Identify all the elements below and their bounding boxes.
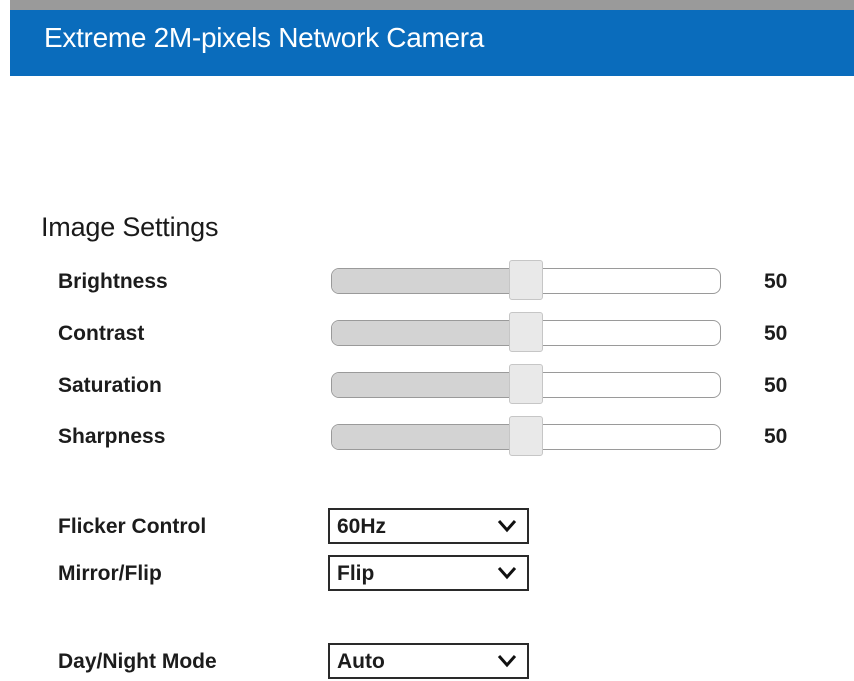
top-strip xyxy=(10,0,854,10)
saturation-value: 50 xyxy=(764,374,788,397)
slider-handle[interactable] xyxy=(509,364,543,404)
section-title: Image Settings xyxy=(41,212,219,242)
day-night-mode-select[interactable]: Auto xyxy=(328,643,529,679)
slider-fill xyxy=(332,373,526,397)
sharpness-slider[interactable] xyxy=(331,416,721,456)
select-value: Flip xyxy=(337,562,375,585)
select-value: Auto xyxy=(337,650,385,673)
flicker-control-label: Flicker Control xyxy=(58,515,207,538)
brightness-value: 50 xyxy=(764,270,788,293)
brightness-label: Brightness xyxy=(58,270,168,293)
slider-fill xyxy=(332,269,526,293)
chevron-down-icon xyxy=(497,567,517,580)
select-value: 60Hz xyxy=(337,515,387,538)
slider-fill xyxy=(332,425,526,449)
mirror-flip-label: Mirror/Flip xyxy=(58,562,162,585)
contrast-label: Contrast xyxy=(58,322,145,345)
saturation-label: Saturation xyxy=(58,374,162,397)
contrast-value: 50 xyxy=(764,322,788,345)
flicker-control-select[interactable]: 60Hz xyxy=(328,508,529,544)
brightness-slider[interactable] xyxy=(331,260,721,300)
chevron-down-icon xyxy=(497,520,517,533)
slider-handle[interactable] xyxy=(509,312,543,352)
app-title: Extreme 2M-pixels Network Camera xyxy=(44,22,485,53)
slider-handle[interactable] xyxy=(509,260,543,300)
contrast-slider[interactable] xyxy=(331,312,721,352)
sharpness-value: 50 xyxy=(764,425,788,448)
chevron-down-icon xyxy=(497,655,517,668)
saturation-slider[interactable] xyxy=(331,364,721,404)
sharpness-label: Sharpness xyxy=(58,425,166,448)
slider-fill xyxy=(332,321,526,345)
mirror-flip-select[interactable]: Flip xyxy=(328,555,529,591)
day-night-mode-label: Day/Night Mode xyxy=(58,650,217,673)
header-bar: Extreme 2M-pixels Network Camera xyxy=(10,10,854,76)
slider-handle[interactable] xyxy=(509,416,543,456)
